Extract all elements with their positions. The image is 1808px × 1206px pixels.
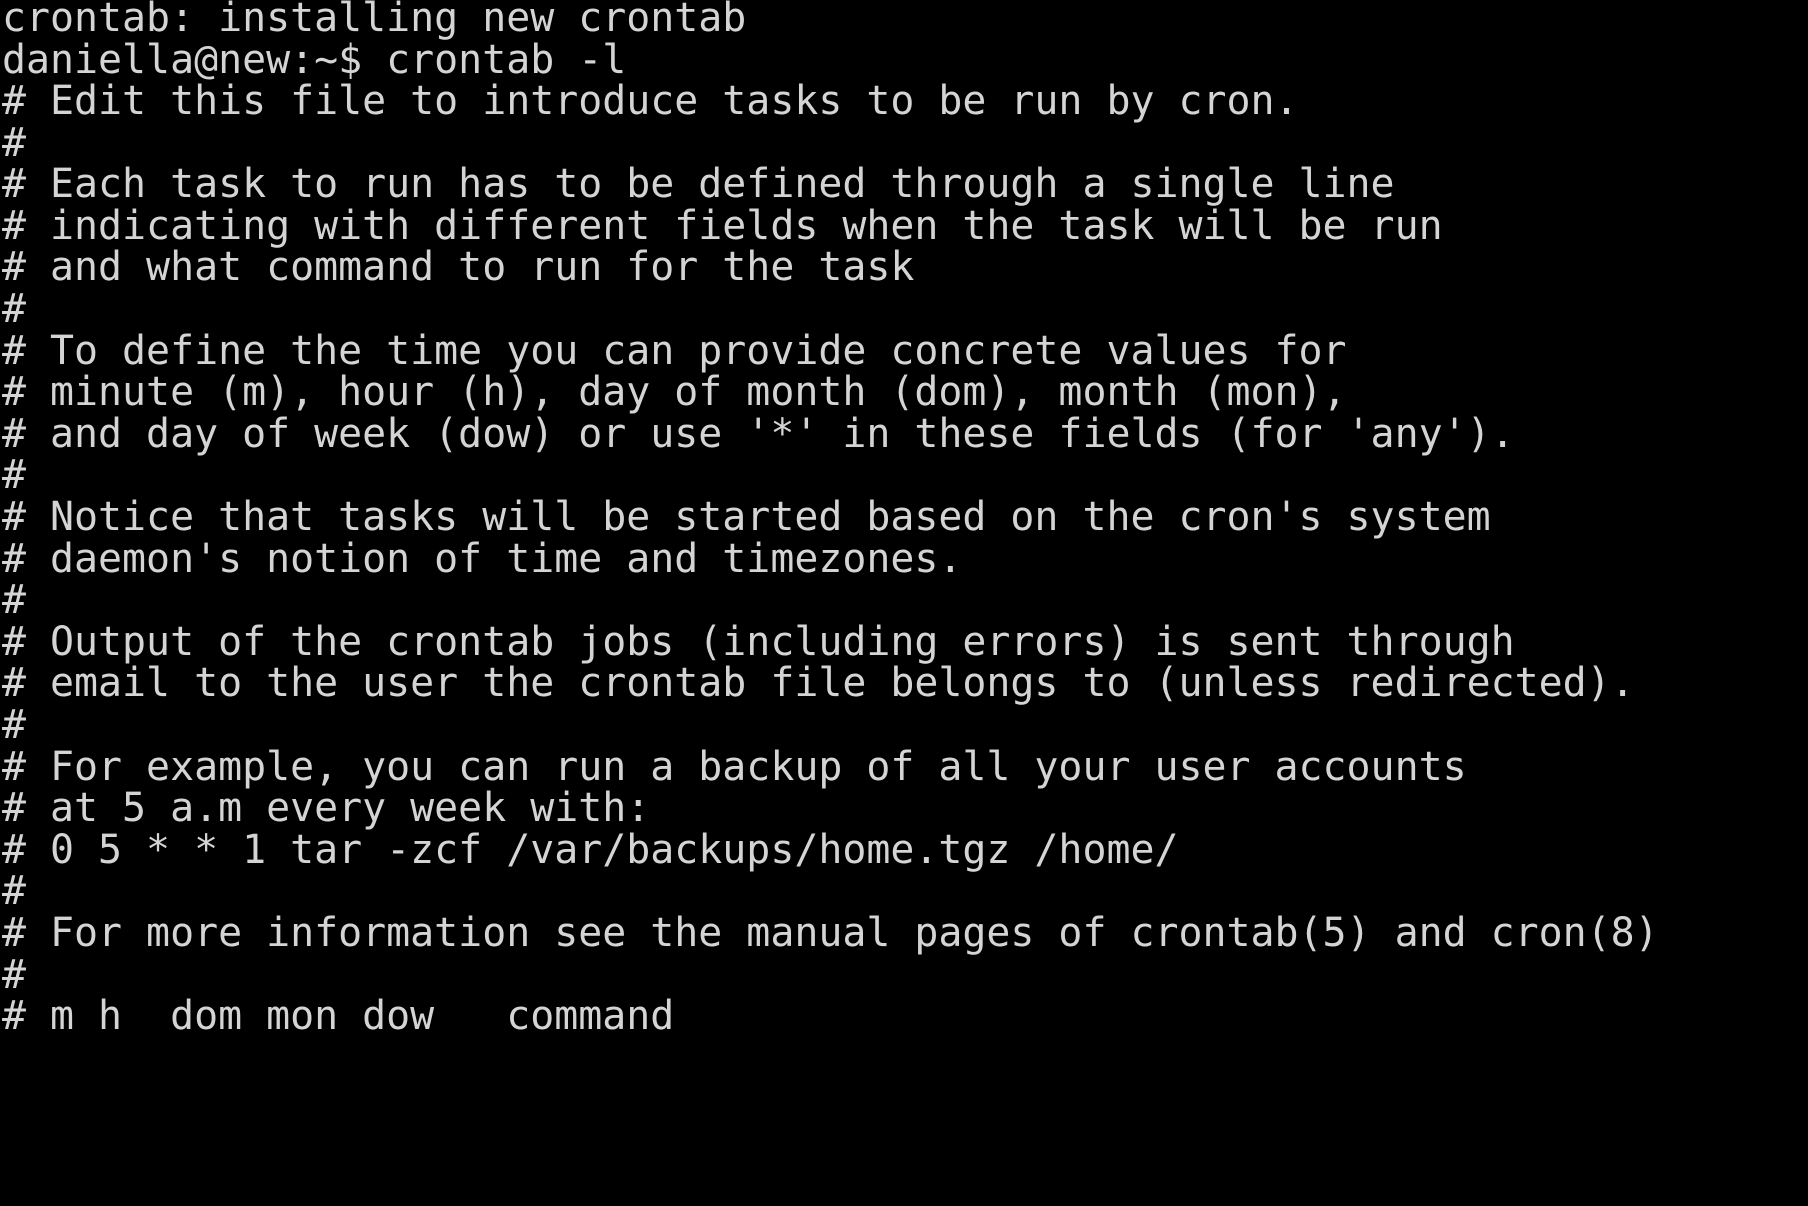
- terminal-line-comment: # 0 5 * * 1 tar -zcf /var/backups/home.t…: [2, 827, 1179, 873]
- terminal-line-comment: # For more information see the manual pa…: [2, 910, 1659, 956]
- terminal-line-comment: #: [2, 868, 27, 914]
- terminal-line-comment: # email to the user the crontab file bel…: [2, 660, 1635, 706]
- terminal-line-comment: # minute (m), hour (h), day of month (do…: [2, 369, 1347, 415]
- terminal-line-comment: #: [2, 702, 27, 748]
- terminal-line-comment: # Notice that tasks will be started base…: [2, 494, 1491, 540]
- terminal-line-comment: # and day of week (dow) or use '*' in th…: [2, 411, 1515, 457]
- terminal-line-comment: # daemon's notion of time and timezones.: [2, 536, 963, 582]
- terminal-line-comment: #: [2, 577, 27, 623]
- terminal-line-comment: #: [2, 452, 27, 498]
- terminal-line-comment: #: [2, 286, 27, 332]
- terminal-line-column-header: # m h dom mon dow command: [2, 993, 675, 1039]
- terminal-line-comment: # and what command to run for the task: [2, 244, 915, 290]
- terminal-line-comment: # Each task to run has to be defined thr…: [2, 161, 1395, 207]
- terminal-line-comment: # Edit this file to introduce tasks to b…: [2, 78, 1299, 124]
- terminal-line-comment: # at 5 a.m every week with:: [2, 785, 651, 831]
- terminal-window[interactable]: crontab: installing new crontab daniella…: [0, 0, 1808, 1206]
